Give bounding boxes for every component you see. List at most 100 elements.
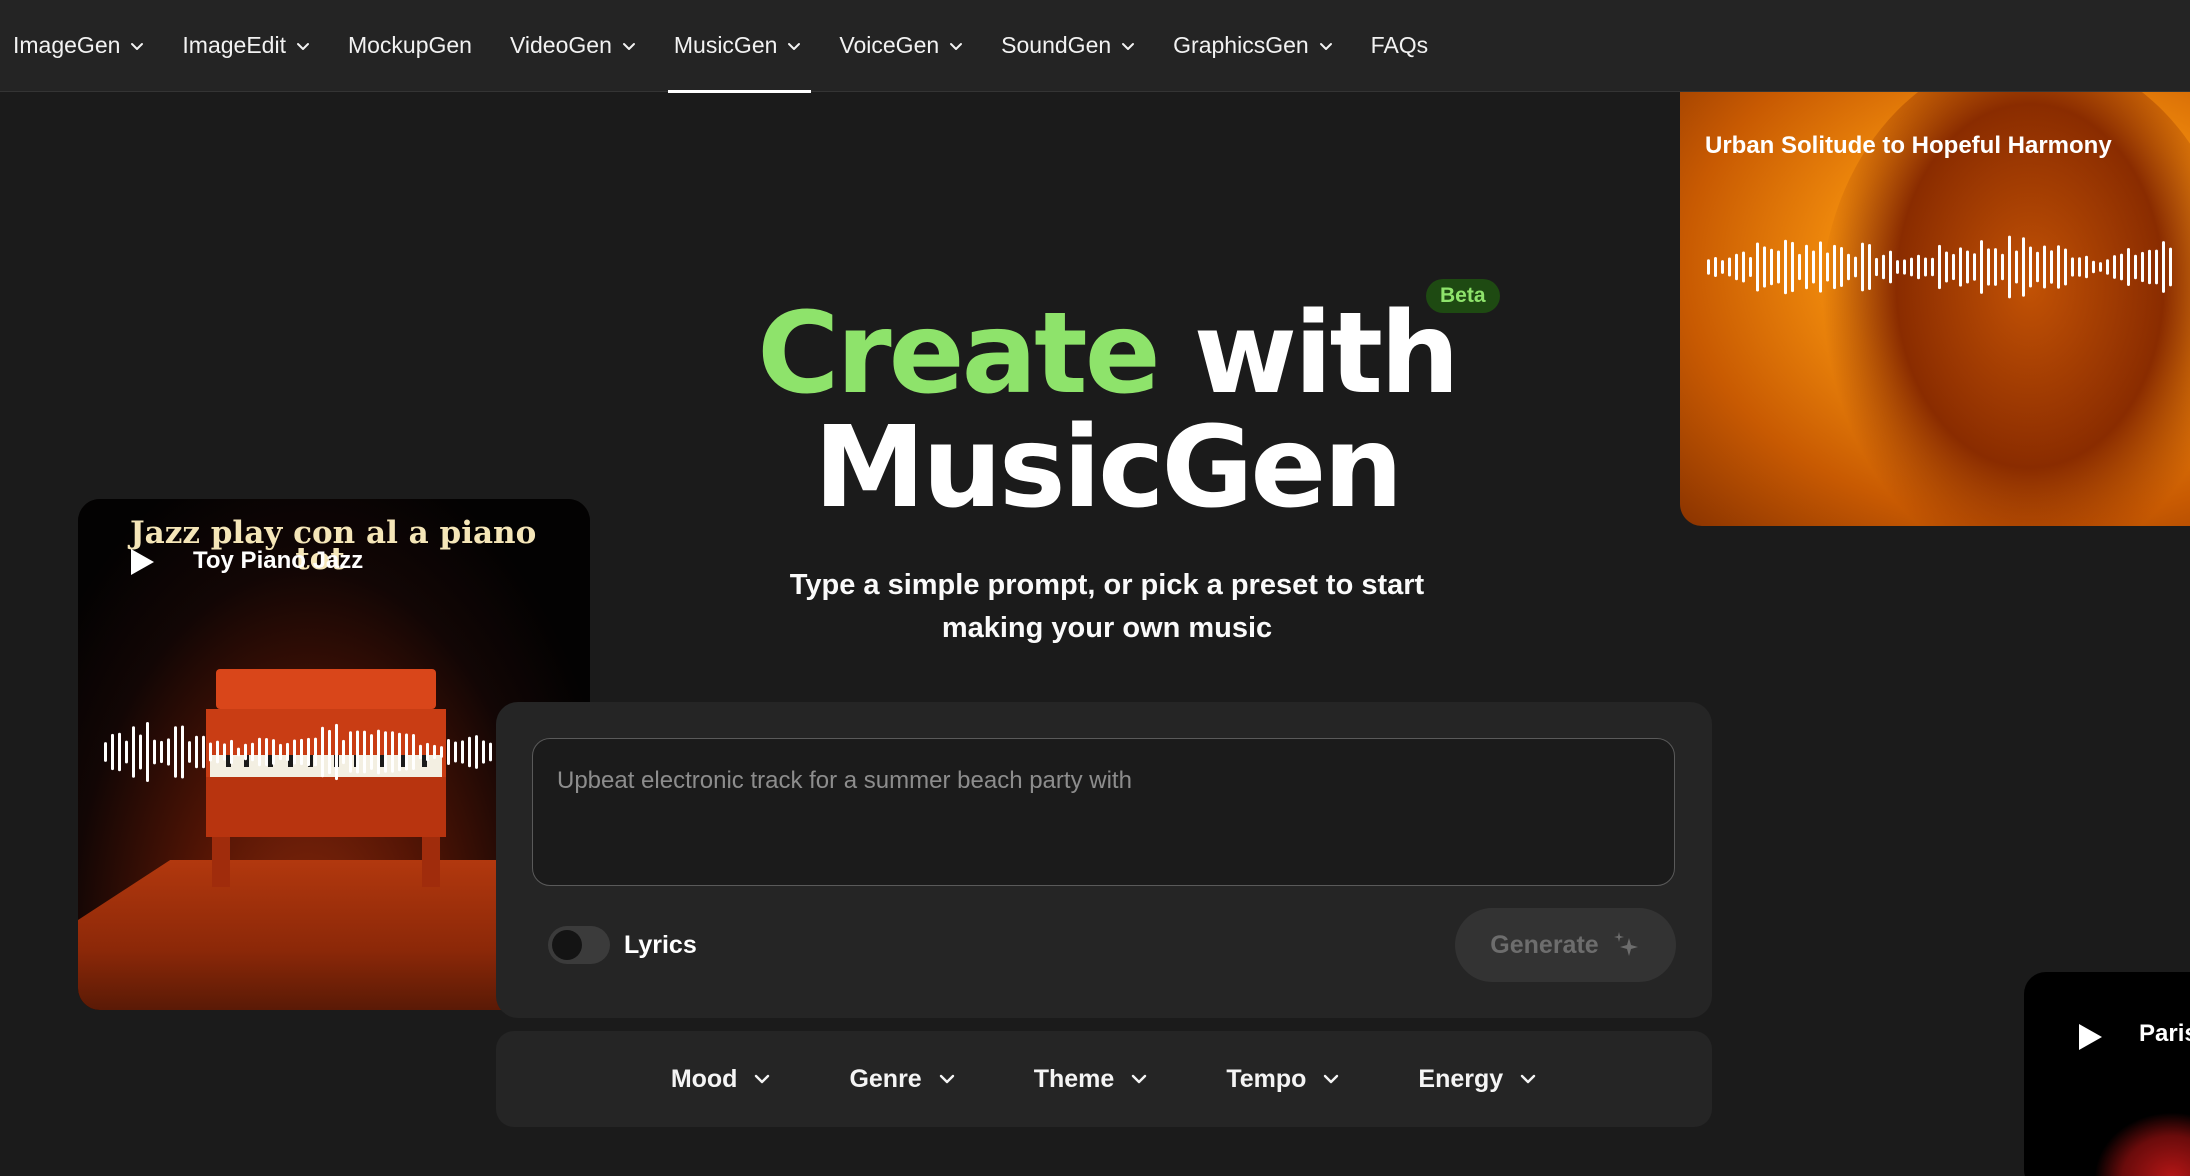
waveform-bar [1854, 256, 1857, 278]
waveform-bar [1707, 259, 1710, 275]
waveform-bar [454, 741, 457, 763]
waveform-icon [1707, 235, 2172, 299]
waveform-bar [398, 732, 401, 772]
waveform-bar [244, 743, 247, 761]
waveform-bar [195, 735, 198, 769]
waveform-bar [2099, 262, 2102, 272]
waveform-bar [1882, 254, 1885, 280]
lyrics-label: Lyrics [624, 931, 697, 959]
nav-item-imageedit[interactable]: ImageEdit [182, 0, 310, 92]
lyrics-toggle[interactable] [548, 926, 610, 964]
waveform-bar [188, 741, 191, 763]
cover-art-splash [2094, 1112, 2190, 1176]
filter-label: Energy [1418, 1064, 1504, 1093]
chevron-down-icon [950, 42, 963, 50]
nav-item-faqs[interactable]: FAQs [1371, 0, 1429, 92]
waveform-bar [370, 734, 373, 770]
waveform-bar [1924, 257, 1927, 277]
filter-genre[interactable]: Genre [849, 1065, 955, 1094]
waveform-bar [2113, 255, 2116, 279]
waveform-bar [272, 739, 275, 765]
hero-subtitle-line2: making your own music [941, 612, 1273, 644]
waveform-bar [2148, 249, 2151, 285]
waveform-bar [1749, 257, 1752, 277]
waveform-bar [307, 737, 310, 767]
filter-theme[interactable]: Theme [1034, 1065, 1149, 1094]
top-nav: ImageGen ImageEdit MockupGen VideoGen Mu… [0, 0, 2190, 93]
waveform-bar [1896, 260, 1899, 274]
nav-item-label: VoiceGen [839, 32, 940, 58]
filter-label: Genre [849, 1064, 922, 1093]
waveform-bar [223, 743, 226, 761]
toggle-knob [552, 930, 582, 960]
nav-item-videogen[interactable]: VideoGen [510, 0, 636, 92]
waveform-bar [2050, 250, 2053, 284]
waveform-bar [356, 730, 359, 774]
waveform-bar [2169, 247, 2172, 287]
nav-item-label: MusicGen [673, 32, 778, 58]
chevron-down-icon [939, 1074, 954, 1084]
waveform-bar [251, 742, 254, 762]
waveform-bar [1791, 241, 1794, 293]
nav-item-voicegen[interactable]: VoiceGen [839, 0, 963, 92]
filter-label: Tempo [1226, 1064, 1307, 1093]
waveform-bar [146, 721, 149, 783]
waveform-bar [2057, 245, 2060, 289]
waveform-bar [2127, 247, 2130, 287]
waveform-bar [412, 734, 415, 770]
waveform-bar [2162, 241, 2165, 293]
waveform-bar [475, 735, 478, 769]
waveform-bar [321, 726, 324, 778]
waveform-bar [1945, 251, 1948, 283]
chevron-down-icon [1324, 1074, 1339, 1084]
waveform-bar [2071, 257, 2074, 277]
waveform-bar [286, 742, 289, 762]
waveform-bar [1763, 246, 1766, 288]
generate-button[interactable]: Generate [1455, 908, 1676, 982]
nav-item-mockupgen[interactable]: MockupGen [348, 0, 472, 92]
waveform-bar [1770, 248, 1773, 286]
waveform-bar [1917, 254, 1920, 280]
nav-item-musicgen[interactable]: MusicGen [667, 0, 811, 93]
waveform-bar [1847, 253, 1850, 281]
filter-mood[interactable]: Mood [671, 1065, 772, 1094]
waveform-bar [132, 726, 135, 778]
filter-tempo[interactable]: Tempo [1226, 1065, 1340, 1094]
waveform-bar [279, 743, 282, 761]
waveform-bar [405, 733, 408, 771]
waveform-bar [1980, 240, 1983, 294]
play-icon[interactable] [2076, 1022, 2104, 1052]
waveform-bar [1840, 247, 1843, 287]
page-root: ImageGen ImageEdit MockupGen VideoGen Mu… [0, 0, 2190, 1176]
waveform-bar [2008, 235, 2011, 299]
waveform-bar [216, 740, 219, 764]
waveform-bar [2092, 260, 2095, 274]
waveform-bar [461, 740, 464, 764]
nav-item-graphicsgen[interactable]: GraphicsGen [1173, 0, 1333, 92]
waveform-bar [1987, 248, 1990, 286]
waveform-bar [1973, 253, 1976, 281]
waveform-bar [1959, 247, 1962, 287]
waveform-bar [202, 735, 205, 769]
nav-item-label: VideoGen [509, 32, 612, 58]
nav-item-label: ImageEdit [182, 32, 286, 58]
beta-badge: Beta [1426, 279, 1500, 313]
nav-item-soundgen[interactable]: SoundGen [1001, 0, 1135, 92]
nav-item-label: SoundGen [1001, 32, 1112, 58]
waveform-bar [153, 739, 156, 765]
filter-energy[interactable]: Energy [1418, 1065, 1537, 1094]
waveform-bar [1756, 242, 1759, 292]
waveform-bar [2022, 237, 2025, 297]
chevron-down-icon [1122, 42, 1135, 50]
nav-item-imagegen[interactable]: ImageGen [13, 0, 144, 92]
hero-title-rest: with [1193, 289, 1460, 419]
chevron-down-icon [296, 42, 309, 50]
waveform-bar [1812, 250, 1815, 284]
sample-card-paris[interactable]: Paris [2024, 972, 2190, 1176]
waveform-bar [1868, 244, 1871, 290]
prompt-input[interactable] [532, 738, 1675, 886]
waveform-bar [363, 730, 366, 774]
nav-item-label: GraphicsGen [1173, 32, 1309, 58]
waveform-bar [426, 742, 429, 762]
waveform-bar [391, 731, 394, 773]
